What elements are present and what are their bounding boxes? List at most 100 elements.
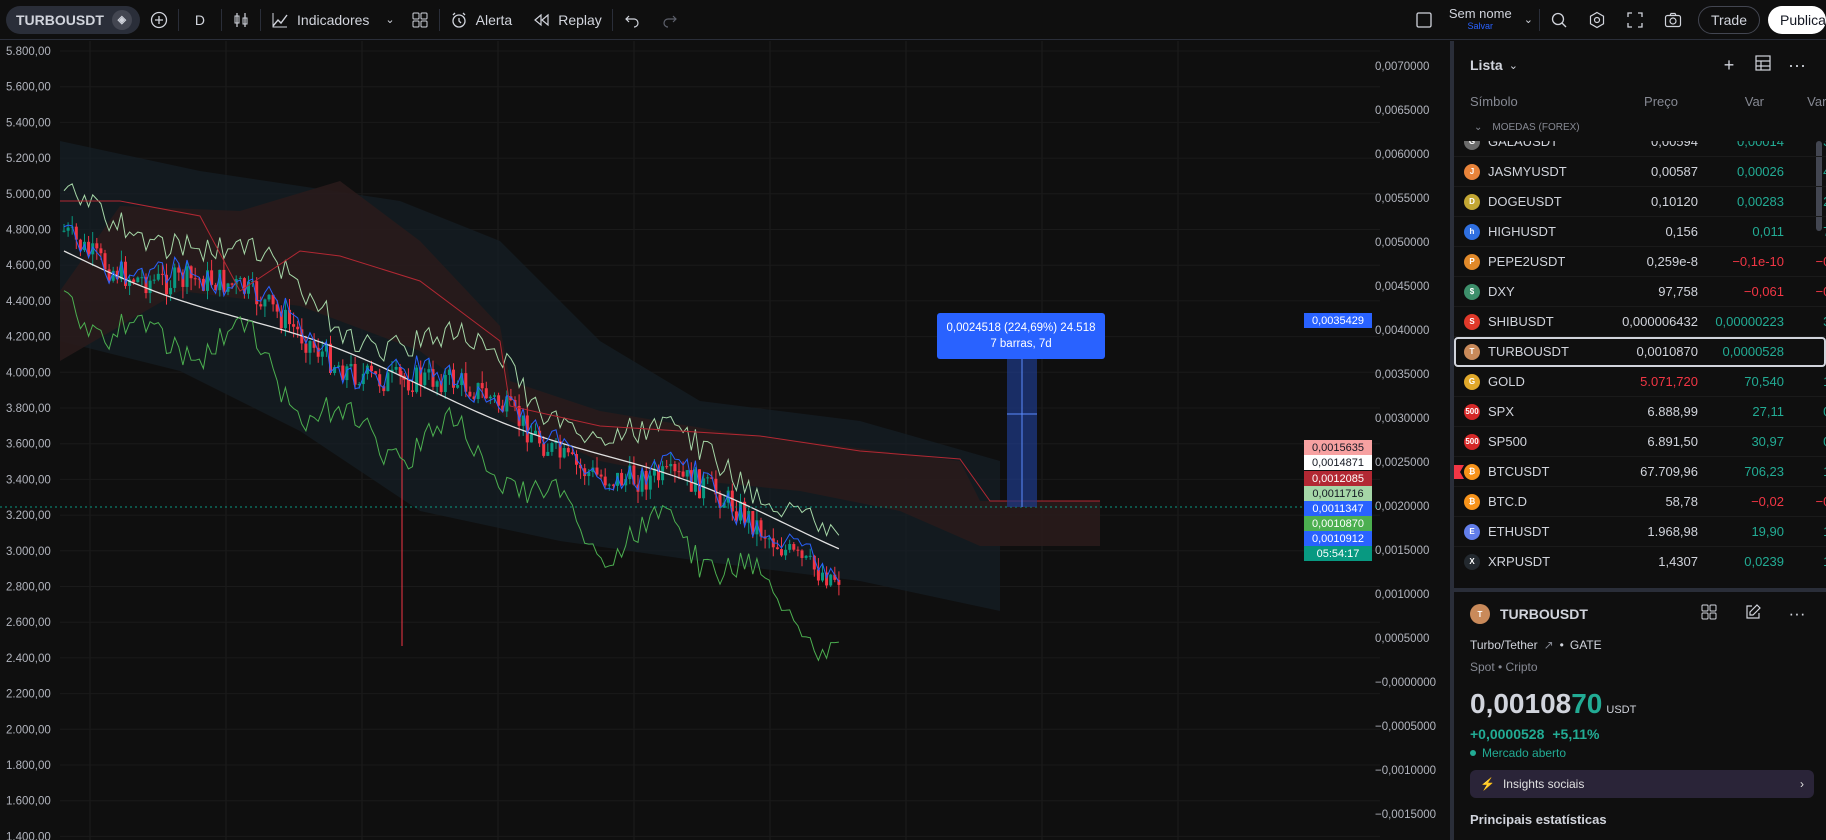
watchlist-row[interactable]: 500 SP500 6.891,50 30,970,45% [1454,427,1826,457]
publish-label: Publicar [1780,11,1826,28]
publish-button[interactable]: Publicar [1768,5,1826,34]
right-axis-tick: 0,0005000 [1375,633,1429,645]
layout-icon[interactable] [1692,603,1726,626]
coin-logo-icon: J [1464,163,1480,180]
watchlist-row[interactable]: T TURBOUSDT 0,0010870 0,00005285,11% [1454,337,1826,367]
lightning-icon: ⚡ [1480,777,1495,791]
alert-label: Alerta [475,11,513,28]
watchlist-row[interactable]: 500 SPX 6.888,99 27,110,40% [1454,397,1826,427]
settings-button[interactable] [1578,0,1616,40]
candle-body [435,381,439,387]
alarm-clock-icon [450,11,468,29]
symbol-label: TURBOUSDT [16,11,104,28]
undo-button[interactable] [613,0,651,40]
watchlist-row[interactable]: S SHIBUSDT 0,000006432 0,000002233,59% [1454,307,1826,337]
row-symbol: h HIGHUSDT [1464,223,1600,240]
layout-name-button[interactable]: Sem nome Salvar [1443,7,1518,33]
flag-icon[interactable] [1454,465,1464,479]
watchlist-column-headers: Símbolo Preço Var Var% [1454,89,1826,113]
symbol-text: BTC.D [1488,494,1527,509]
top-toolbar: TURBOUSDT ◈ D Indicadores ⌄ Alerta Repla… [0,0,1826,40]
more-options-icon[interactable]: ··· [1780,604,1814,624]
symbol-search-button[interactable]: TURBOUSDT ◈ [6,5,140,34]
candle-body [337,365,341,368]
candle-body [648,475,652,490]
interval-button[interactable]: D [179,0,221,40]
candle-body [320,351,324,357]
left-axis-tick: 2.800,00 [6,582,51,594]
layout-save-status: Salvar [1467,20,1494,31]
row-price: 0,156 [1665,224,1698,239]
watchlist-row[interactable]: X XRPUSDT 1,4307 0,02391,70% [1454,547,1826,573]
chart-type-button[interactable] [222,0,260,40]
row-price: 0,10120 [1651,194,1698,209]
candle-body [99,248,103,254]
bullet-separator: • [1559,638,1564,652]
replay-button[interactable]: Replay [522,0,612,40]
candle-body [136,277,140,283]
candle-body [665,466,669,468]
right-axis-tick: 0,0025000 [1375,457,1429,469]
more-options-icon[interactable]: ··· [1780,55,1814,76]
watchlist-row[interactable]: J JASMYUSDT 0,00587 0,000264,63% [1454,157,1826,187]
symbol-text: PEPE2USDT [1488,254,1566,269]
candle-body [415,367,419,392]
watchlist-row[interactable]: P PEPE2USDT 0,259e-8 −0,1e-10 −0,38% [1454,247,1826,277]
symbol-text: JASMYUSDT [1488,164,1567,179]
watchlist-row[interactable]: D DOGEUSDT 0,10120 0,002832,88% [1454,187,1826,217]
chevron-down-icon: ⌄ [1508,59,1518,72]
change-pct: +5,11% [1552,726,1600,742]
watchlist-selector[interactable]: Lista ⌄ [1470,57,1712,73]
watchlist-panel: Lista ⌄ + ··· Símbolo Preço Var Var% ⌄ M… [1454,41,1826,585]
layout-toggle-button[interactable] [1405,0,1443,40]
row-change-pct: 0,45% [1784,434,1826,449]
trade-button[interactable]: Trade [1697,5,1760,34]
candle-body [620,472,624,486]
details-description[interactable]: Turbo/Tether [1470,638,1538,652]
watchlist-row[interactable]: G GALAUSDT 0,00594 0,000143,08% [1454,141,1826,157]
candle-body [238,278,242,280]
row-price: 5.071,720 [1640,374,1698,389]
watchlist-section-header[interactable]: ⌄ MOEDAS (FOREX) [1454,113,1826,141]
column-change-pct[interactable]: Var% [1764,94,1826,109]
add-symbol-icon[interactable]: + [1712,55,1746,76]
watchlist-row[interactable]: ₿ BTC.D 58,78 −0,02 −0,04% [1454,487,1826,517]
indicators-dropdown-button[interactable]: ⌄ [379,0,400,40]
watchlist-row[interactable]: ₿ BTCUSDT 67.709,96 706,231,05% [1454,457,1826,487]
external-link-icon[interactable]: ↗ [1544,638,1554,652]
chart-pane[interactable]: 5.800,00 5.600,00 5.400,00 5.200,00 5.000,00… [0,41,1450,840]
redo-button[interactable] [651,0,689,40]
candle-body [775,547,779,550]
alert-button[interactable]: Alerta [440,0,523,40]
right-axis-tick: 0,0045000 [1375,281,1429,293]
row-change-pct: 3,08% [1784,141,1826,149]
symbol-text: SHIBUSDT [1488,314,1554,329]
watchlist-row[interactable]: $ DXY 97,758 −0,061 −0,06% [1454,277,1826,307]
column-change[interactable]: Var [1678,94,1764,109]
candle-body [800,550,804,558]
row-change-pct: 1,05% [1784,464,1826,479]
add-symbol-button[interactable] [140,0,178,40]
row-change: 30,97 [1751,434,1784,449]
layout-dropdown-button[interactable]: ⌄ [1518,0,1539,40]
watchlist-row[interactable]: G GOLD 5.071,720 70,5401,41% [1454,367,1826,397]
edit-note-icon[interactable] [1736,603,1770,626]
compare-icon[interactable]: ◈ [111,9,132,30]
row-change: 0,00026 [1737,164,1784,179]
search-icon [1550,11,1568,29]
replay-label: Replay [558,11,602,28]
column-price[interactable]: Preço [1582,94,1678,109]
watchlist-row[interactable]: h HIGHUSDT 0,156 0,0117,59% [1454,217,1826,247]
column-symbol[interactable]: Símbolo [1470,94,1582,109]
indicators-button[interactable]: Indicadores [261,0,379,40]
advanced-view-icon[interactable] [1746,54,1780,77]
templates-button[interactable] [401,0,439,40]
candle-body [283,309,287,329]
fullscreen-button[interactable] [1616,0,1654,40]
quick-search-button[interactable] [1540,0,1578,40]
snapshot-button[interactable] [1654,0,1692,40]
social-insights-button[interactable]: ⚡ Insights sociais › [1470,770,1814,798]
watchlist-row[interactable]: E ETHUSDT 1.968,98 19,901,02% [1454,517,1826,547]
candle-body [267,294,271,300]
price-chart[interactable]: 5.800,00 5.600,00 5.400,00 5.200,00 5.000,00… [0,41,1450,840]
